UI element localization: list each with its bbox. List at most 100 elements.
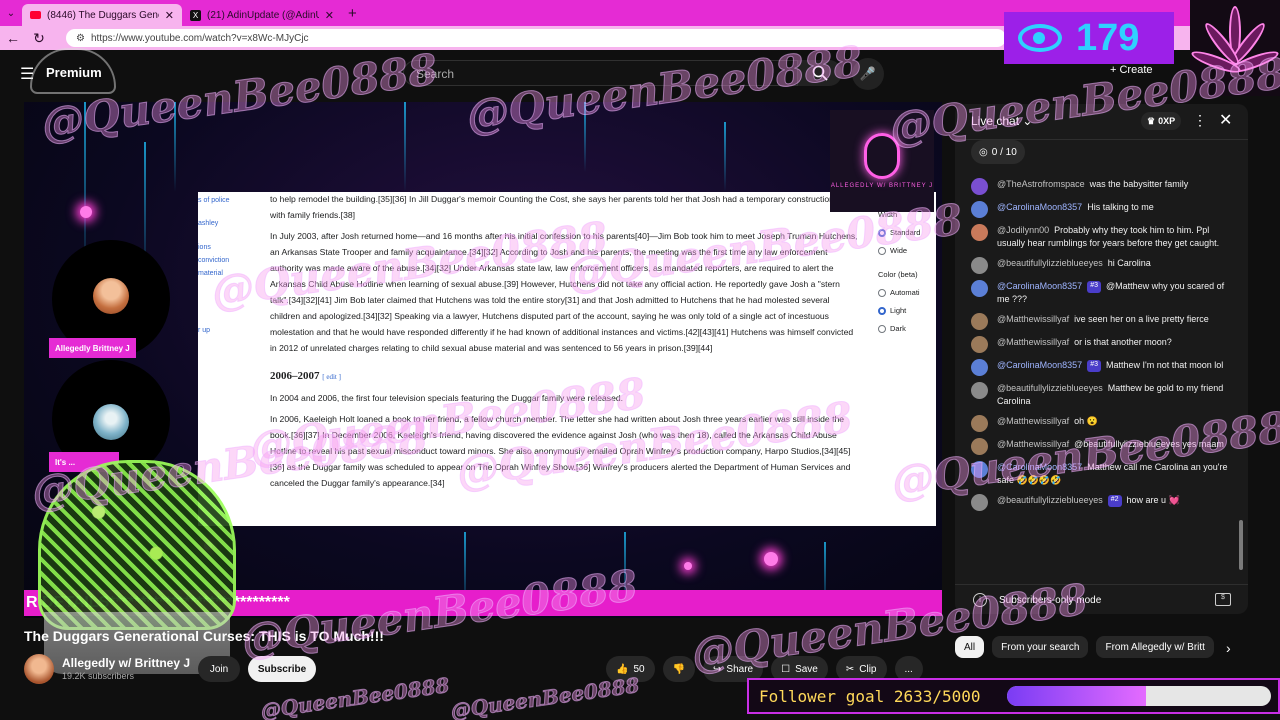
toc-item[interactable]: r up [198,324,264,337]
close-tab-icon[interactable]: ✕ [165,9,174,22]
chip-from-channel[interactable]: From Allegedly w/ Britt [1096,636,1214,658]
chat-author[interactable]: @beautifullylizzieblueeyes [997,383,1103,393]
chat-avatar[interactable] [971,224,988,241]
chat-avatar[interactable] [971,359,988,377]
color-dark-option[interactable]: Dark [878,320,936,338]
chat-menu-icon[interactable]: ⋮ [1193,112,1207,129]
chip-from-search[interactable]: From your search [992,636,1089,658]
create-button[interactable]: + Create [1110,64,1153,76]
back-arrow-icon[interactable]: ← [6,30,20,46]
video-title: The Duggars Generational Curses: THIS is… [24,628,384,644]
chat-avatar[interactable] [971,494,988,512]
chat-avatar[interactable] [971,201,988,218]
search-button[interactable] [798,60,842,86]
chat-scrollbar[interactable] [1239,520,1243,570]
chat-message-list: @TheAstrofromspace was the babysitter fam… [967,178,1237,517]
toc-item[interactable]: s of police [198,194,264,207]
chat-message[interactable]: @CarolinaMoon8357 #3 Matthew I'm not that … [967,359,1237,377]
chat-author[interactable]: @CarolinaMoon8357 [997,281,1082,291]
chat-avatar[interactable] [971,178,988,195]
chat-goal-pill[interactable]: ◎ 0 / 10 [971,140,1025,164]
light-streak [584,102,586,172]
width-standard-option[interactable]: Standard [878,224,936,242]
glow-dot [764,552,778,566]
like-button[interactable]: 👍 50 [606,656,655,682]
chat-author[interactable]: @Matthewissillyaf [997,439,1069,449]
close-chat-icon[interactable]: ✕ [1219,110,1232,130]
chat-author[interactable]: @CarolinaMoon8357 [997,462,1082,472]
chat-avatar[interactable] [971,336,988,354]
chat-mode-dropdown[interactable]: Live chat ⌄ [971,114,1032,128]
new-tab-button[interactable]: + [348,5,357,22]
chat-author[interactable]: @beautifullylizzieblueeyes [997,258,1103,268]
chat-author[interactable]: @Jodilynn00 [997,225,1049,235]
site-info-icon[interactable]: ⚙ [76,33,85,44]
close-tab-icon[interactable]: ✕ [325,9,334,22]
chat-avatar[interactable] [971,257,988,275]
chat-message[interactable]: @CarolinaMoon8357 Matthew call me Carolin… [967,461,1237,487]
browser-tab-x[interactable]: X (21) AdinUpdate (@AdinUpdate) / ✕ [182,4,342,26]
chat-author[interactable]: @Matthewissillyaf [997,337,1069,347]
chevron-right-icon[interactable]: › [1226,640,1231,656]
chat-author[interactable]: @Matthewissillyaf [997,314,1069,324]
join-button[interactable]: Join [198,656,240,682]
toc-item[interactable]: conviction [198,254,264,267]
width-wide-option[interactable]: Wide [878,242,936,260]
chat-avatar[interactable] [971,438,988,456]
chat-avatar[interactable] [971,461,988,479]
toc-item[interactable]: ions [198,241,264,254]
chat-message[interactable]: @Jodilynn00 Probably why they took him to… [967,224,1237,250]
tab-list-chevron-icon[interactable]: ⌄ [0,8,22,19]
chat-message[interactable]: @CarolinaMoon8357 #3 @Matthew why you scar… [967,280,1237,306]
edit-link[interactable]: [ edit ] [322,373,341,381]
chat-author[interactable]: @beautifullylizzieblueeyes [997,495,1103,505]
reload-icon[interactable]: ↻ [32,30,46,47]
chat-author[interactable]: @TheAstrofromspace [997,179,1085,189]
channel-avatar[interactable] [24,654,54,684]
glow-dot [684,562,692,570]
guest-avatar [93,404,129,440]
chat-author[interactable]: @Matthewissillyaf [997,416,1069,426]
chat-message[interactable]: @CarolinaMoon8357 His talking to me [967,201,1237,218]
chat-message[interactable]: @Matthewissillyaf oh 😮 [967,415,1237,433]
chat-avatar[interactable] [971,415,988,433]
dislike-button[interactable]: 👎 [662,656,696,682]
currency-icon[interactable]: $ [1215,593,1231,606]
toc-item[interactable]: ashley [198,217,264,230]
xp-badge[interactable]: ♛ 0XP [1141,112,1182,130]
radio-icon [878,247,886,256]
chat-text: was the babysitter family [1089,179,1189,189]
chat-message[interactable]: @Matthewissillyaf @beautifullylizziebluee… [967,438,1237,456]
url-field[interactable]: ⚙ https://www.youtube.com/watch?v=x8Wc-M… [66,29,1006,47]
chat-message[interactable]: @Matthewissillyaf ive seen her on a live … [967,313,1237,331]
article-paragraph: to help remodel the building.[35][36] In… [270,194,848,220]
browser-tab-youtube[interactable]: (8446) The Duggars Generatio ✕ [22,4,182,26]
chat-author[interactable]: @CarolinaMoon8357 [997,360,1082,370]
chat-avatar[interactable] [971,382,988,400]
color-automatic-option[interactable]: Automati [878,284,936,302]
viewer-count: 179 [1076,16,1140,59]
xp-value: 0XP [1158,116,1176,126]
color-light-option[interactable]: Light [878,302,936,320]
crown-icon: ♛ [1147,115,1156,126]
voice-search-button[interactable]: 🎤 [852,58,884,90]
follower-goal-track [1007,686,1271,706]
eye-icon [1018,24,1062,52]
follower-goal-text: Follower goal 2633/5000 [759,686,981,706]
microphone-icon: 🎤 [859,66,877,81]
channel-name[interactable]: Allegedly w/ Brittney J [62,656,190,670]
chat-message[interactable]: @beautifullylizzieblueeyes Matthew be gol… [967,382,1237,408]
chat-avatar[interactable] [971,280,988,298]
toc-item[interactable]: material [198,267,264,280]
chat-message[interactable]: @TheAstrofromspace was the babysitter fam… [967,178,1237,195]
subscribe-button[interactable]: Subscribe [248,656,316,682]
chat-author[interactable]: @CarolinaMoon8357 [997,202,1082,212]
chat-message[interactable]: @beautifullylizzieblueeyes #2 how are u 💓 [967,494,1237,512]
chat-message[interactable]: @Matthewissillyaf or is that another moon… [967,336,1237,354]
chip-all[interactable]: All [955,636,985,658]
youtube-icon [30,11,41,19]
radio-selected-icon [878,307,886,316]
chat-message[interactable]: @beautifullylizzieblueeyes hi Carolina [967,257,1237,275]
search-input[interactable]: Search [403,60,798,86]
chat-avatar[interactable] [971,313,988,331]
